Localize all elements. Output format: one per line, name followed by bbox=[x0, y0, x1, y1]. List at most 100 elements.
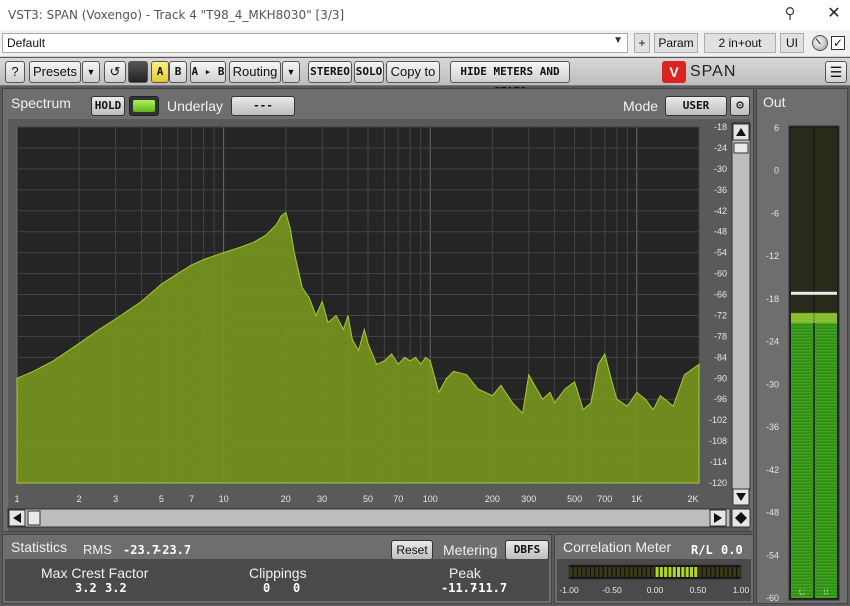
output-meter: 60-6-12-18-24-30-36-42-48-54-60 C 0 bbox=[766, 123, 840, 603]
correlation-segment bbox=[578, 567, 582, 577]
spectrum-panel: Spectrum HOLD Underlay --- Mode USER ⚙ -… bbox=[2, 88, 754, 532]
meter-bar-left bbox=[791, 313, 813, 598]
db-tick-label: -24 bbox=[714, 143, 727, 153]
correlation-segment bbox=[668, 567, 672, 577]
correlation-segment bbox=[655, 567, 659, 577]
db-tick-label: -18 bbox=[714, 122, 727, 132]
undo-icon[interactable]: ↺ bbox=[104, 61, 126, 83]
meter-tick-label: -12 bbox=[766, 251, 779, 261]
meter-tick-label: -6 bbox=[771, 208, 779, 218]
meter-tick-label: 6 bbox=[774, 123, 779, 133]
db-tick-label: -120 bbox=[709, 478, 727, 488]
correlation-segment bbox=[720, 567, 724, 577]
clippings-right-value: 0 bbox=[293, 581, 301, 595]
frequency-tick-label: 1 bbox=[14, 494, 19, 504]
correlation-segment bbox=[724, 567, 728, 577]
horizontal-scroll-thumb[interactable] bbox=[27, 510, 41, 526]
correlation-segment bbox=[595, 567, 599, 577]
correlation-segment bbox=[707, 567, 711, 577]
correlation-segment bbox=[698, 567, 702, 577]
correlation-segment bbox=[681, 567, 685, 577]
solo-button[interactable]: SOLO bbox=[354, 61, 384, 83]
correlation-segment bbox=[732, 567, 736, 577]
frequency-tick-label: 200 bbox=[485, 494, 500, 504]
statistics-title: Statistics bbox=[11, 539, 68, 555]
wet-knob-icon[interactable] bbox=[812, 35, 828, 51]
bypass-checkbox[interactable]: ✓ bbox=[831, 36, 845, 50]
vertical-scrollbar[interactable] bbox=[731, 122, 751, 490]
db-tick-label: -84 bbox=[714, 352, 727, 362]
meter-tick-label: -48 bbox=[766, 508, 779, 518]
correlation-segment bbox=[651, 567, 655, 577]
frequency-tick-label: 2K bbox=[687, 494, 698, 504]
db-tick-label: -48 bbox=[714, 227, 727, 237]
correlation-segment bbox=[694, 567, 698, 577]
rms-left-value: -23.7 bbox=[123, 543, 160, 557]
add-preset-button[interactable]: + bbox=[634, 33, 650, 53]
correlation-segment bbox=[664, 567, 668, 577]
meter-bar-right bbox=[815, 313, 837, 598]
routing-button[interactable]: Routing bbox=[229, 61, 281, 83]
spectrum-graph: -18 -24 -30 -36 -42 -48 -54 -60 -66 -72 -78 -84 -90 -… bbox=[7, 119, 751, 531]
clippings-left-value: 0 bbox=[263, 581, 271, 595]
metering-label: Metering bbox=[443, 542, 498, 558]
correlation-segment bbox=[737, 567, 741, 577]
db-tick-label: -78 bbox=[714, 331, 727, 341]
voxengo-logo-icon: V bbox=[662, 61, 686, 83]
presets-button[interactable]: Presets bbox=[29, 61, 81, 83]
frequency-tick-label: 20 bbox=[281, 494, 291, 504]
vertical-scroll-thumb[interactable] bbox=[733, 142, 749, 154]
db-tick-label: -108 bbox=[709, 436, 727, 446]
preset-a-button[interactable]: A bbox=[151, 61, 169, 83]
peak-right-value: -11.7 bbox=[471, 581, 508, 595]
correlation-segment bbox=[625, 567, 629, 577]
db-tick-label: -36 bbox=[714, 185, 727, 195]
frequency-tick-label: 2 bbox=[77, 494, 82, 504]
meter-tick-label: -60 bbox=[766, 593, 779, 603]
correlation-tick-label: -0.50 bbox=[602, 585, 622, 595]
correlation-segment bbox=[603, 567, 607, 577]
param-button[interactable]: Param bbox=[654, 33, 698, 53]
io-routing-button[interactable]: 2 in+out bbox=[704, 33, 776, 53]
menu-icon[interactable]: ☰ bbox=[825, 61, 847, 83]
meter-tick-label: -54 bbox=[766, 550, 779, 560]
stereo-button[interactable]: STEREO bbox=[308, 61, 352, 83]
close-icon[interactable]: ✕ bbox=[822, 2, 846, 26]
copy-to-button[interactable]: Copy to bbox=[386, 61, 440, 83]
meter-tick-label: -36 bbox=[766, 422, 779, 432]
correlation-segment bbox=[621, 567, 625, 577]
crest-right-value: 3.2 bbox=[105, 581, 127, 595]
db-tick-label: -102 bbox=[709, 415, 727, 425]
metering-select[interactable]: DBFS bbox=[505, 540, 549, 560]
correlation-segment bbox=[711, 567, 715, 577]
correlation-tick-label: 1.00 bbox=[733, 585, 750, 595]
pin-icon[interactable]: ⚲ bbox=[780, 4, 800, 24]
product-name: SPAN bbox=[690, 63, 737, 80]
presets-dropdown-icon[interactable]: ▼ bbox=[82, 61, 100, 83]
reset-button[interactable]: Reset bbox=[391, 540, 433, 560]
help-button[interactable]: ? bbox=[5, 61, 25, 83]
correlation-segment bbox=[634, 567, 638, 577]
correlation-segment bbox=[638, 567, 642, 577]
output-meter-panel: Out 60-6-12-18-24-30-36-42-48-54-60 C 0 bbox=[756, 88, 848, 604]
correlation-track bbox=[568, 564, 742, 580]
correlation-segment bbox=[629, 567, 633, 577]
frequency-tick-label: 700 bbox=[597, 494, 612, 504]
correlation-segment bbox=[599, 567, 603, 577]
copy-a-to-b-button[interactable]: A ▸ B bbox=[190, 61, 226, 83]
preset-select[interactable]: Default ▼ bbox=[2, 33, 628, 53]
frequency-tick-label: 7 bbox=[189, 494, 194, 504]
frequency-tick-label: 3 bbox=[113, 494, 118, 504]
db-tick-label: -30 bbox=[714, 164, 727, 174]
routing-dropdown-icon[interactable]: ▼ bbox=[282, 61, 300, 83]
preset-b-button[interactable]: B bbox=[169, 61, 187, 83]
horizontal-scrollbar[interactable] bbox=[7, 508, 731, 528]
db-tick-label: -42 bbox=[714, 206, 727, 216]
ui-button[interactable]: UI bbox=[780, 33, 804, 53]
correlation-segment bbox=[672, 567, 676, 577]
frequency-tick-label: 300 bbox=[521, 494, 536, 504]
hide-meters-button[interactable]: HIDE METERS AND STATS bbox=[450, 61, 570, 98]
frequency-tick-label: 70 bbox=[393, 494, 403, 504]
db-tick-label: -96 bbox=[714, 394, 727, 404]
power-icon[interactable] bbox=[128, 61, 148, 83]
